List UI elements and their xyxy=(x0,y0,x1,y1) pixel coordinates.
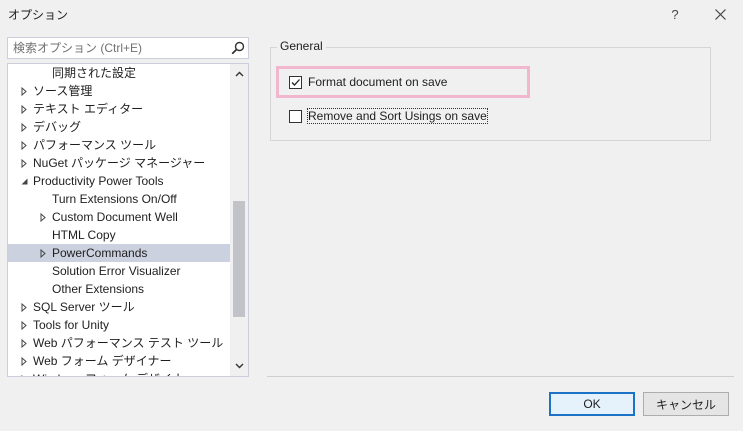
expand-arrow-icon[interactable] xyxy=(38,244,48,262)
tree-item[interactable]: Solution Error Visualizer xyxy=(8,262,230,280)
remove-sort-usings-option[interactable]: Remove and Sort Usings on save xyxy=(289,107,488,125)
tree-item[interactable]: ソース管理 xyxy=(8,82,230,100)
group-title: General xyxy=(277,39,326,53)
tree-item[interactable]: テキスト エディター xyxy=(8,100,230,118)
tree-scrollbar[interactable] xyxy=(230,64,248,376)
tree-item[interactable]: SQL Server ツール xyxy=(8,298,230,316)
expand-arrow-icon[interactable] xyxy=(19,316,29,334)
help-button[interactable]: ? xyxy=(662,3,688,25)
close-button[interactable] xyxy=(707,3,733,25)
tree-item-label: NuGet パッケージ マネージャー xyxy=(33,156,206,170)
tree-item[interactable]: Other Extensions xyxy=(8,280,230,298)
tree-item[interactable]: PowerCommands xyxy=(8,244,230,262)
tree-item[interactable]: NuGet パッケージ マネージャー xyxy=(8,154,230,172)
tree-item[interactable]: HTML Copy xyxy=(8,226,230,244)
expand-arrow-icon[interactable] xyxy=(19,154,29,172)
tree-item[interactable]: Windows フォーム デザイナー xyxy=(8,370,230,376)
format-on-save-option[interactable]: Format document on save xyxy=(289,73,447,91)
expand-arrow-icon[interactable] xyxy=(19,82,29,100)
tree-item[interactable]: 同期された設定 xyxy=(8,64,230,82)
window-title: オプション xyxy=(8,8,69,22)
expand-arrow-icon[interactable] xyxy=(19,334,29,352)
tree-item-label: ソース管理 xyxy=(33,84,93,98)
expand-arrow-icon[interactable] xyxy=(19,136,29,154)
format-on-save-label: Format document on save xyxy=(308,75,448,89)
search-box[interactable] xyxy=(7,37,249,59)
footer-separator xyxy=(267,376,734,377)
tree-item[interactable]: Turn Extensions On/Off xyxy=(8,190,230,208)
tree-item-label: Web パフォーマンス テスト ツール xyxy=(33,336,224,350)
expand-arrow-icon[interactable] xyxy=(19,298,29,316)
tree-item-label: 同期された設定 xyxy=(52,66,137,80)
tree-item[interactable]: パフォーマンス ツール xyxy=(8,136,230,154)
tree-item[interactable]: Web パフォーマンス テスト ツール xyxy=(8,334,230,352)
chevron-up-icon xyxy=(235,71,243,77)
cancel-button[interactable]: キャンセル xyxy=(643,392,729,416)
tree-list: 同期された設定ソース管理テキスト エディター デバッグパフォーマンス ツール NuG… xyxy=(8,64,230,376)
remove-sort-usings-label: Remove and Sort Usings on save xyxy=(307,108,488,124)
chevron-down-icon xyxy=(235,363,243,369)
search-icon[interactable] xyxy=(231,41,245,55)
expand-arrow-icon[interactable] xyxy=(19,100,29,118)
tree-item-label: Turn Extensions On/Off xyxy=(52,192,177,206)
title-bar: オプション ? xyxy=(0,0,743,28)
tree-item-label: Productivity Power Tools xyxy=(33,174,164,188)
scroll-thumb[interactable] xyxy=(233,201,245,317)
tree-item-label: Custom Document Well xyxy=(52,210,178,224)
tree-item[interactable]: Tools for Unity xyxy=(8,316,230,334)
tree-item[interactable]: Web フォーム デザイナー xyxy=(8,352,230,370)
tree-item-label: Web フォーム デザイナー xyxy=(33,354,172,368)
tree-item[interactable]: Custom Document Well xyxy=(8,208,230,226)
options-tree[interactable]: 同期された設定ソース管理テキスト エディター デバッグパフォーマンス ツール NuG… xyxy=(7,63,249,377)
remove-sort-usings-checkbox[interactable] xyxy=(289,109,302,123)
format-on-save-checkbox[interactable] xyxy=(289,75,302,89)
tree-item-label: Tools for Unity xyxy=(33,318,110,332)
expand-arrow-icon[interactable] xyxy=(19,118,29,136)
ok-button[interactable]: OK xyxy=(549,392,635,416)
expand-arrow-icon[interactable] xyxy=(38,208,48,226)
tree-item-label: デバッグ xyxy=(33,120,82,134)
tree-item-label: SQL Server ツール xyxy=(33,300,135,314)
tree-item[interactable]: Productivity Power Tools xyxy=(8,172,230,190)
checkmark-icon xyxy=(291,78,300,86)
tree-item-label: Solution Error Visualizer xyxy=(52,264,181,278)
tree-item-label: PowerCommands xyxy=(52,246,148,260)
tree-item[interactable]: デバッグ xyxy=(8,118,230,136)
search-input[interactable] xyxy=(8,38,229,58)
tree-item-label: テキスト エディター xyxy=(33,102,144,116)
tree-item-label: HTML Copy xyxy=(52,228,116,242)
tree-item-label: Windows フォーム デザイナー xyxy=(33,370,196,376)
scroll-down-button[interactable] xyxy=(230,358,248,374)
expand-arrow-icon[interactable] xyxy=(19,352,29,370)
expand-arrow-icon[interactable] xyxy=(19,370,29,376)
close-icon xyxy=(714,8,726,20)
tree-item-label: パフォーマンス ツール xyxy=(33,138,157,152)
tree-item-label: Other Extensions xyxy=(52,282,145,296)
scroll-up-button[interactable] xyxy=(230,66,248,82)
collapse-arrow-icon[interactable] xyxy=(19,172,29,190)
